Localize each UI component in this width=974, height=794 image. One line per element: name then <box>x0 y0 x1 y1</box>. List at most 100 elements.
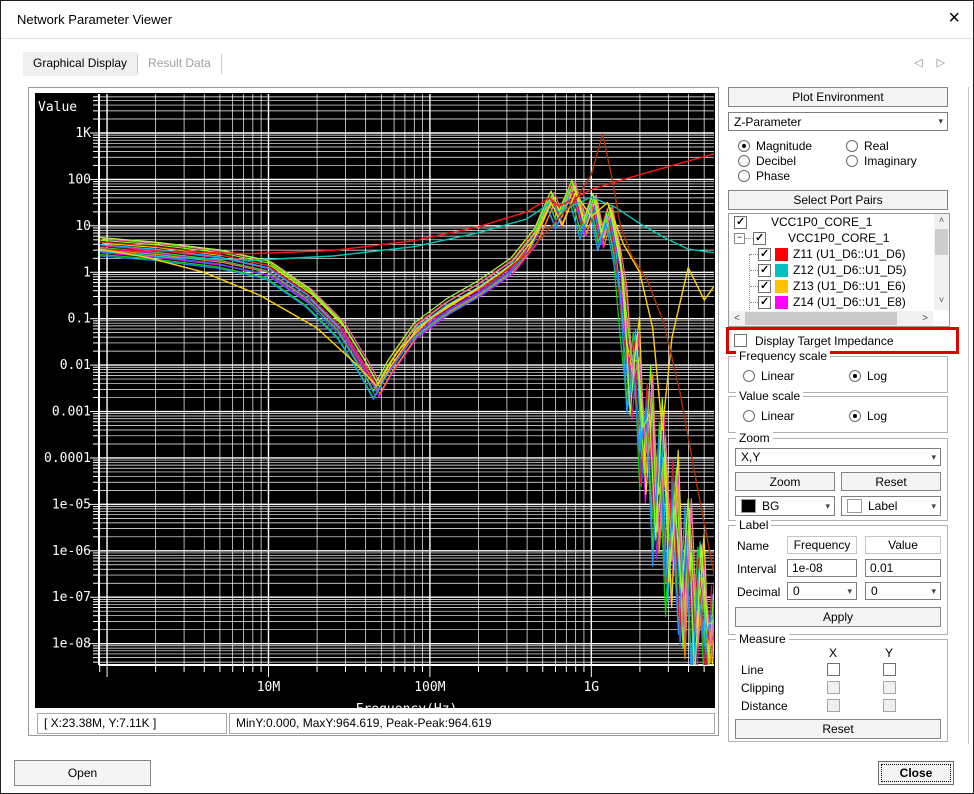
tree-group-row[interactable]: − VCC1P0_CORE_1 <box>729 230 949 246</box>
parameter-type-dropdown[interactable]: Z-Parameter ▾ <box>728 112 948 131</box>
tree-connector-line <box>750 302 758 303</box>
tree-item-label[interactable]: Z14 (U1_D6::U1_E8) <box>793 295 906 309</box>
interval-frequency-input[interactable]: 1e-08 <box>787 559 857 577</box>
tree-vertical-scrollbar[interactable]: ˄ ˅ <box>934 214 949 310</box>
bg-color-dropdown[interactable]: BG ▾ <box>735 496 835 516</box>
chevron-down-icon: ▾ <box>931 586 940 597</box>
radio-button-icon[interactable] <box>846 155 858 167</box>
scrollbar-thumb[interactable] <box>935 229 948 255</box>
tree-connector-line <box>745 238 753 239</box>
radio-button-icon[interactable] <box>743 370 755 382</box>
tree-item-row[interactable]: Z11 (U1_D6::U1_D6) <box>729 246 949 262</box>
plot-environment-button[interactable]: Plot Environment <box>728 87 948 107</box>
port-pair-tree[interactable]: VCC1P0_CORE_1 − VCC1P0_CORE_1 Z11 (U1_D6… <box>728 213 950 327</box>
tree-item-row[interactable]: Z12 (U1_D6::U1_D5) <box>729 262 949 278</box>
close-button[interactable]: Close <box>878 761 954 785</box>
tree-item-list: Z11 (U1_D6::U1_D6)Z12 (U1_D6::U1_D5)Z13 … <box>729 246 949 310</box>
scroll-up-icon[interactable]: ˄ <box>934 215 949 229</box>
measure-line-label: Line <box>741 663 764 677</box>
decimal-frequency-dropdown[interactable]: 0 ▾ <box>787 582 857 600</box>
tree-item-label[interactable]: Z12 (U1_D6::U1_D5) <box>793 263 906 277</box>
radio-phase[interactable]: Phase <box>738 169 790 183</box>
measure-clipping-y-checkbox <box>883 681 896 694</box>
zoom-button[interactable]: Zoom <box>735 472 835 491</box>
y-tick-label: 1e-08 <box>52 637 91 652</box>
chevron-down-icon: ▾ <box>938 116 947 127</box>
checkbox-checked-icon[interactable] <box>758 264 771 277</box>
measure-y-header: Y <box>885 646 893 660</box>
open-button[interactable]: Open <box>14 760 151 786</box>
radio-button-icon[interactable] <box>738 155 750 167</box>
freq-scale-linear-radio[interactable]: Linear <box>743 369 794 383</box>
y-tick-label: 100 <box>68 172 91 187</box>
radio-button-icon[interactable] <box>849 370 861 382</box>
scroll-left-icon[interactable]: ˂ <box>730 311 744 326</box>
network-parameter-viewer-window: Network Parameter Viewer × Graphical Dis… <box>0 0 974 794</box>
y-tick-label: 1 <box>83 265 91 280</box>
frequency-scale-group: Frequency scale Linear Log <box>728 356 948 393</box>
interval-value-input[interactable]: 0.01 <box>865 559 941 577</box>
display-target-impedance-checkbox[interactable] <box>734 334 747 347</box>
control-panel: Plot Environment Z-Parameter ▾ Magnitude… <box>728 87 956 744</box>
tab-result-data[interactable]: Result Data <box>138 52 221 76</box>
checkbox-checked-icon[interactable] <box>753 232 766 245</box>
scroll-right-icon[interactable]: ˃ <box>918 311 932 326</box>
collapse-expander-icon[interactable]: − <box>734 233 745 244</box>
radio-button-icon[interactable] <box>738 140 750 152</box>
radio-real-label: Real <box>864 139 889 153</box>
value-scale-linear-radio[interactable]: Linear <box>743 409 794 423</box>
radio-button-icon[interactable] <box>743 410 755 422</box>
window-close-icon[interactable]: × <box>948 7 960 29</box>
radio-imaginary[interactable]: Imaginary <box>846 154 917 168</box>
radio-button-icon[interactable] <box>738 170 750 182</box>
scrollbar-thumb[interactable] <box>745 312 897 325</box>
radio-decibel[interactable]: Decibel <box>738 154 796 168</box>
radio-button-icon[interactable] <box>846 140 858 152</box>
checkbox-checked-icon[interactable] <box>758 280 771 293</box>
tree-item-label[interactable]: Z13 (U1_D6::U1_E6) <box>793 279 906 293</box>
bg-color-swatch <box>741 499 756 513</box>
series-color-chip <box>775 264 788 277</box>
measure-line-x-checkbox[interactable] <box>827 663 840 676</box>
measure-group-title: Measure <box>736 632 789 646</box>
tab-scroll-right-icon[interactable]: ▷ <box>937 56 945 69</box>
value-scale-log-radio[interactable]: Log <box>849 409 887 423</box>
measure-distance-x-checkbox <box>827 699 840 712</box>
decimal-value-dropdown[interactable]: 0 ▾ <box>865 582 941 600</box>
plot-canvas[interactable]: Value1K1001010.10.010.0010.00011e-051e-0… <box>35 93 715 708</box>
select-port-pairs-button[interactable]: Select Port Pairs <box>728 190 948 210</box>
plot-area[interactable]: Value1K1001010.10.010.0010.00011e-051e-0… <box>35 93 715 708</box>
checkbox-checked-icon[interactable] <box>734 216 747 229</box>
tree-item-row[interactable]: Z14 (U1_D6::U1_E8) <box>729 294 949 310</box>
measure-reset-button[interactable]: Reset <box>735 719 941 739</box>
radio-button-icon[interactable] <box>849 410 861 422</box>
chevron-down-icon: ▾ <box>931 501 940 512</box>
label-color-dropdown[interactable]: Label ▾ <box>841 496 941 516</box>
checkbox-checked-icon[interactable] <box>758 248 771 261</box>
tree-item-row[interactable]: Z13 (U1_D6::U1_E6) <box>729 278 949 294</box>
tree-item-label[interactable]: Z11 (U1_D6::U1_D6) <box>793 247 906 261</box>
apply-button[interactable]: Apply <box>735 607 941 627</box>
measure-group: Measure X Y Line Clipping Distance Reset <box>728 639 948 742</box>
tab-graphical-display[interactable]: Graphical Display <box>23 52 137 76</box>
radio-phase-label: Phase <box>756 169 790 183</box>
freq-scale-log-radio[interactable]: Log <box>849 369 887 383</box>
measure-line-y-checkbox[interactable] <box>883 663 896 676</box>
checkbox-checked-icon[interactable] <box>758 296 771 309</box>
radio-magnitude[interactable]: Magnitude <box>738 139 812 153</box>
tab-scroll-left-icon[interactable]: ◁ <box>914 56 922 69</box>
chevron-down-icon: ▾ <box>847 586 856 597</box>
zoom-mode-dropdown[interactable]: X,Y ▾ <box>735 448 941 466</box>
value-linear-label: Linear <box>761 409 794 423</box>
tree-horizontal-scrollbar[interactable]: ˂ ˃ <box>729 311 933 326</box>
radio-magnitude-label: Magnitude <box>756 139 812 153</box>
tree-group-label[interactable]: VCC1P0_CORE_1 <box>788 231 889 245</box>
scroll-down-icon[interactable]: ˅ <box>934 295 949 309</box>
chevron-down-icon: ▾ <box>931 452 940 463</box>
zoom-reset-button[interactable]: Reset <box>841 472 941 491</box>
value-scale-group: Value scale Linear Log <box>728 396 948 433</box>
tree-root-label[interactable]: VCC1P0_CORE_1 <box>771 215 872 229</box>
radio-real[interactable]: Real <box>846 139 889 153</box>
tree-root-row[interactable]: VCC1P0_CORE_1 <box>729 214 949 230</box>
series-color-chip <box>775 248 788 261</box>
